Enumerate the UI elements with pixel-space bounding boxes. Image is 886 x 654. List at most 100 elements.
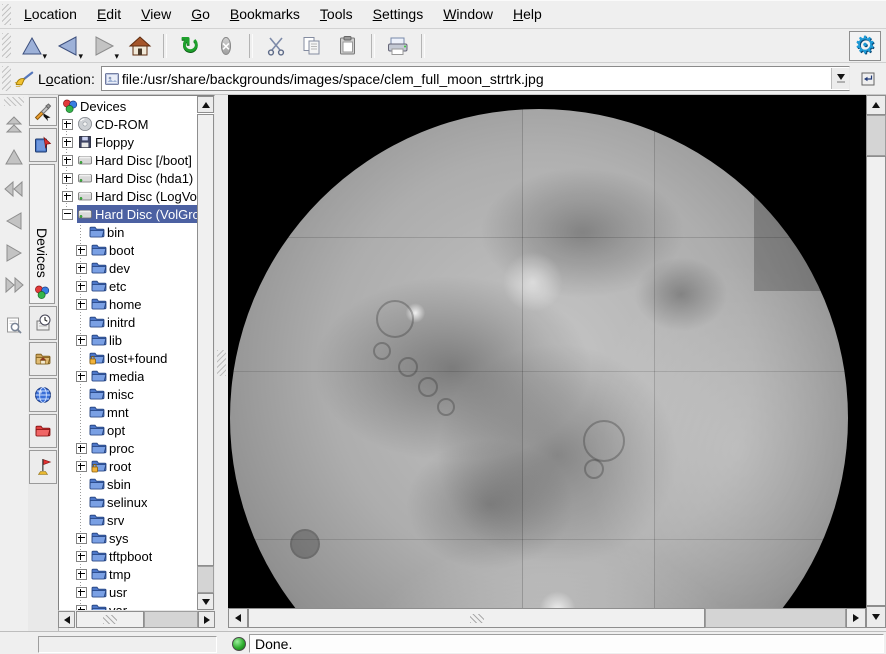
tree-expander[interactable] xyxy=(76,281,87,292)
panel-splitter[interactable] xyxy=(215,95,228,631)
scrollbar-track[interactable] xyxy=(705,608,846,628)
nav-find-preview-button[interactable] xyxy=(1,312,27,339)
tree-item-tftpboot[interactable]: tftpboot xyxy=(59,547,197,565)
dropdown-caret-icon[interactable]: ▾ xyxy=(78,52,83,61)
toolbar-drag-handle[interactable] xyxy=(2,66,11,90)
sidebar-tab-home-folder[interactable] xyxy=(29,342,57,376)
nav-up-double-button[interactable] xyxy=(1,111,27,138)
scroll-up-button[interactable] xyxy=(866,95,886,115)
tree-item-cd-rom[interactable]: CD-ROM xyxy=(59,115,197,133)
tree-item-lib[interactable]: lib xyxy=(59,331,197,349)
go-button[interactable] xyxy=(856,67,880,91)
tree-item-hard-disc-logvol0[interactable]: Hard Disc (LogVol0 xyxy=(59,187,197,205)
up-button[interactable]: ▾ xyxy=(15,30,49,61)
paste-button[interactable] xyxy=(331,30,365,61)
tree-item-lost-found[interactable]: lost+found xyxy=(59,349,197,367)
dropdown-caret-icon[interactable]: ▾ xyxy=(114,52,119,61)
reload-button[interactable]: ↻ xyxy=(173,30,207,61)
tree-expander[interactable] xyxy=(76,335,87,346)
tree-item-selinux[interactable]: selinux xyxy=(59,493,197,511)
back-button[interactable]: ▾ xyxy=(51,30,85,61)
home-button[interactable] xyxy=(123,30,157,61)
copy-button[interactable] xyxy=(295,30,329,61)
menu-tools[interactable]: Tools xyxy=(310,4,363,24)
tree-expander[interactable] xyxy=(76,443,87,454)
tree-expander[interactable] xyxy=(76,569,87,580)
location-input[interactable]: file:/usr/share/backgrounds/images/space… xyxy=(101,66,850,91)
sidebar-tab-root-folder[interactable] xyxy=(29,414,57,448)
tree-expander[interactable] xyxy=(76,605,87,611)
menu-bookmarks[interactable]: Bookmarks xyxy=(220,4,310,24)
menu-edit[interactable]: Edit xyxy=(87,4,131,24)
menu-location[interactable]: Location xyxy=(14,4,87,24)
print-button[interactable] xyxy=(381,30,415,61)
tree-item-home[interactable]: home xyxy=(59,295,197,313)
tree-item-hard-disc-boot[interactable]: Hard Disc [/boot] xyxy=(59,151,197,169)
scroll-left-button[interactable] xyxy=(228,608,248,628)
nav-forward-button[interactable] xyxy=(1,239,27,266)
tree-item-sbin[interactable]: sbin xyxy=(59,475,197,493)
scrollbar-thumb[interactable] xyxy=(76,611,144,628)
tree-item-etc[interactable]: etc xyxy=(59,277,197,295)
tree-item-var[interactable]: var xyxy=(59,601,197,610)
menu-settings[interactable]: Settings xyxy=(363,4,434,24)
tree-item-root[interactable]: root xyxy=(59,457,197,475)
tree-expander[interactable] xyxy=(76,245,87,256)
tree-expander[interactable] xyxy=(76,587,87,598)
tree-expander[interactable] xyxy=(62,191,73,202)
tree-item-hard-disc-hda1[interactable]: Hard Disc (hda1) [/ xyxy=(59,169,197,187)
scrollbar-thumb[interactable] xyxy=(248,608,705,628)
tree-expander[interactable] xyxy=(76,533,87,544)
tree-expander[interactable] xyxy=(76,461,87,472)
tree-expander[interactable] xyxy=(76,551,87,562)
scrollbar-track[interactable] xyxy=(144,611,198,628)
menu-help[interactable]: Help xyxy=(503,4,552,24)
scrollbar-thumb[interactable] xyxy=(866,156,886,606)
tree-expander[interactable] xyxy=(62,155,73,166)
tree-item-hard-disc-volgrou[interactable]: Hard Disc (VolGrou xyxy=(59,205,197,223)
tree-item-usr[interactable]: usr xyxy=(59,583,197,601)
tree-item-misc[interactable]: misc xyxy=(59,385,197,403)
tree-expander[interactable] xyxy=(76,263,87,274)
dropdown-caret-icon[interactable]: ▾ xyxy=(42,52,47,61)
scroll-right-button[interactable] xyxy=(846,608,866,628)
sidebar-tab-services[interactable] xyxy=(29,450,57,484)
menu-go[interactable]: Go xyxy=(181,4,220,24)
scrollbar-thumb[interactable] xyxy=(197,114,214,566)
stop-button[interactable]: × xyxy=(209,30,243,61)
tree-item-devices[interactable]: Devices xyxy=(59,97,197,115)
tree-expander[interactable] xyxy=(76,371,87,382)
forward-button[interactable]: ▾ xyxy=(87,30,121,61)
scrollbar-track[interactable] xyxy=(197,566,214,593)
tree-expander[interactable] xyxy=(76,299,87,310)
tree-item-mnt[interactable]: mnt xyxy=(59,403,197,421)
location-dropdown-button[interactable] xyxy=(831,68,849,89)
menu-window[interactable]: Window xyxy=(433,4,503,24)
tree-item-initrd[interactable]: initrd xyxy=(59,313,197,331)
tree-expander[interactable] xyxy=(62,137,73,148)
sidebar-tab-bookmarks[interactable] xyxy=(29,128,57,162)
tree-item-tmp[interactable]: tmp xyxy=(59,565,197,583)
sidebar-tab-network[interactable] xyxy=(29,378,57,412)
scroll-left-button[interactable] xyxy=(58,611,75,628)
tree-item-bin[interactable]: bin xyxy=(59,223,197,241)
sidebar-tab-configure-sidebar[interactable] xyxy=(29,97,57,126)
tree-item-floppy[interactable]: Floppy xyxy=(59,133,197,151)
tree-expander[interactable] xyxy=(62,119,73,130)
konqueror-gear-icon[interactable]: ⚙ xyxy=(849,31,881,61)
scroll-down-button[interactable] xyxy=(866,606,886,628)
tree-expander[interactable] xyxy=(62,173,73,184)
tree-item-dev[interactable]: dev xyxy=(59,259,197,277)
tree-item-proc[interactable]: proc xyxy=(59,439,197,457)
tree-item-media[interactable]: media xyxy=(59,367,197,385)
clear-location-button[interactable] xyxy=(14,69,34,89)
toolbar-drag-handle[interactable] xyxy=(4,97,24,106)
scroll-down-button[interactable] xyxy=(197,593,214,610)
tree-item-srv[interactable]: srv xyxy=(59,511,197,529)
menu-view[interactable]: View xyxy=(131,4,181,24)
toolbar-drag-handle[interactable] xyxy=(2,33,11,59)
sidebar-tab-devices[interactable]: Devices xyxy=(29,164,55,304)
scroll-right-button[interactable] xyxy=(198,611,215,628)
tree-item-sys[interactable]: sys xyxy=(59,529,197,547)
nav-up-button[interactable] xyxy=(1,143,27,170)
